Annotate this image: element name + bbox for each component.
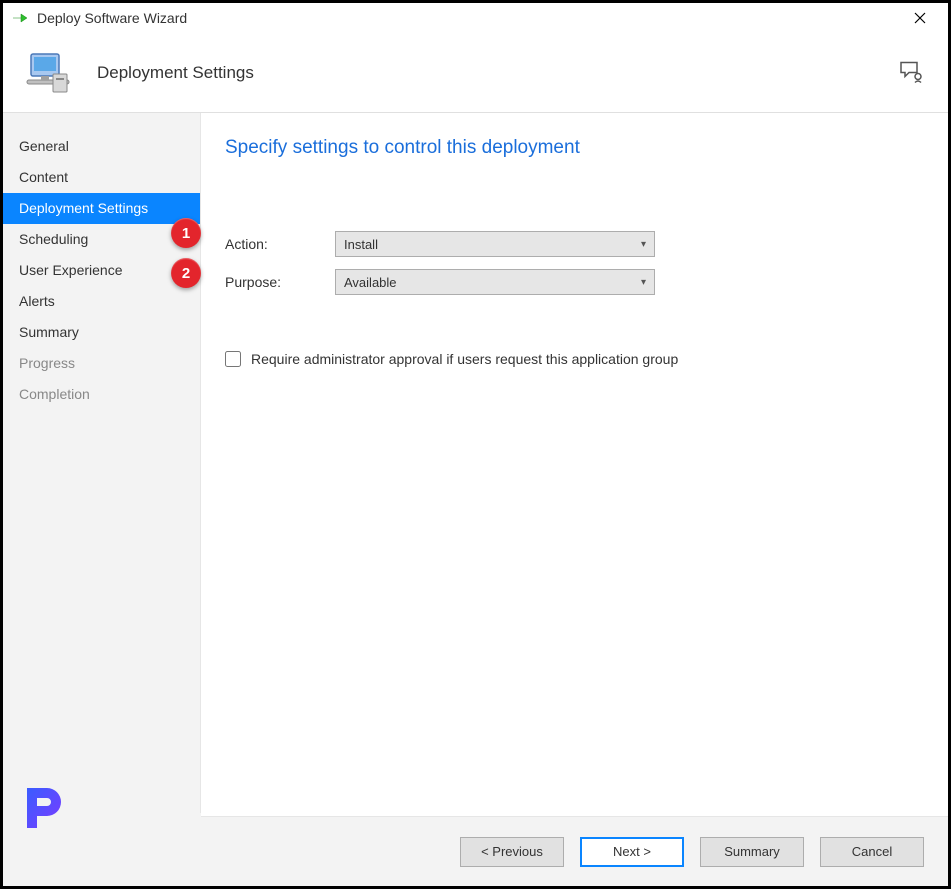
purpose-row: Purpose: Available ▾ xyxy=(225,269,924,295)
sidebar-item-label: Summary xyxy=(19,324,79,340)
sidebar-item-label: Scheduling xyxy=(19,231,88,247)
sidebar-item-deployment-settings[interactable]: Deployment Settings xyxy=(3,193,200,224)
previous-button[interactable]: < Previous xyxy=(460,837,564,867)
purpose-select[interactable]: Available ▾ xyxy=(335,269,655,295)
sidebar-item-label: Alerts xyxy=(19,293,55,309)
chevron-down-icon: ▾ xyxy=(641,239,646,250)
wizard-header: Deployment Settings xyxy=(3,33,948,113)
feedback-icon[interactable] xyxy=(898,58,924,87)
purpose-label: Purpose: xyxy=(225,274,335,290)
sidebar-item-label: Completion xyxy=(19,386,90,402)
purpose-value: Available xyxy=(344,275,397,290)
require-approval-row: Require administrator approval if users … xyxy=(225,351,924,367)
page-title: Deployment Settings xyxy=(97,63,254,83)
sidebar-item-label: Content xyxy=(19,169,68,185)
sidebar-item-summary[interactable]: Summary xyxy=(3,317,200,348)
require-approval-label: Require administrator approval if users … xyxy=(251,351,678,367)
callout-badge-1: 1 xyxy=(171,218,201,248)
content-panel: Specify settings to control this deploym… xyxy=(201,113,948,816)
require-approval-checkbox[interactable] xyxy=(225,351,241,367)
app-icon xyxy=(11,9,29,27)
window-title: Deploy Software Wizard xyxy=(37,10,900,26)
sidebar-item-label: Deployment Settings xyxy=(19,200,148,216)
next-button[interactable]: Next > xyxy=(580,837,684,867)
wizard-sidebar: General Content Deployment Settings Sche… xyxy=(3,113,201,816)
action-label: Action: xyxy=(225,236,335,252)
sidebar-item-label: Progress xyxy=(19,355,75,371)
sidebar-item-label: General xyxy=(19,138,69,154)
sidebar-item-completion: Completion xyxy=(3,379,200,410)
cancel-button[interactable]: Cancel xyxy=(820,837,924,867)
summary-button[interactable]: Summary xyxy=(700,837,804,867)
close-button[interactable] xyxy=(900,3,940,33)
chevron-down-icon: ▾ xyxy=(641,277,646,288)
titlebar: Deploy Software Wizard xyxy=(3,3,948,33)
wizard-footer: < Previous Next > Summary Cancel xyxy=(3,816,948,886)
action-value: Install xyxy=(344,237,378,252)
sidebar-item-general[interactable]: General xyxy=(3,131,200,162)
action-select[interactable]: Install ▾ xyxy=(335,231,655,257)
sidebar-item-label: User Experience xyxy=(19,262,123,278)
callout-badge-2: 2 xyxy=(171,258,201,288)
action-row: Action: Install ▾ xyxy=(225,231,924,257)
content-heading: Specify settings to control this deploym… xyxy=(225,137,924,159)
sidebar-item-content[interactable]: Content xyxy=(3,162,200,193)
brand-logo xyxy=(17,780,73,836)
sidebar-item-alerts[interactable]: Alerts xyxy=(3,286,200,317)
computer-icon xyxy=(23,48,73,98)
sidebar-item-progress: Progress xyxy=(3,348,200,379)
